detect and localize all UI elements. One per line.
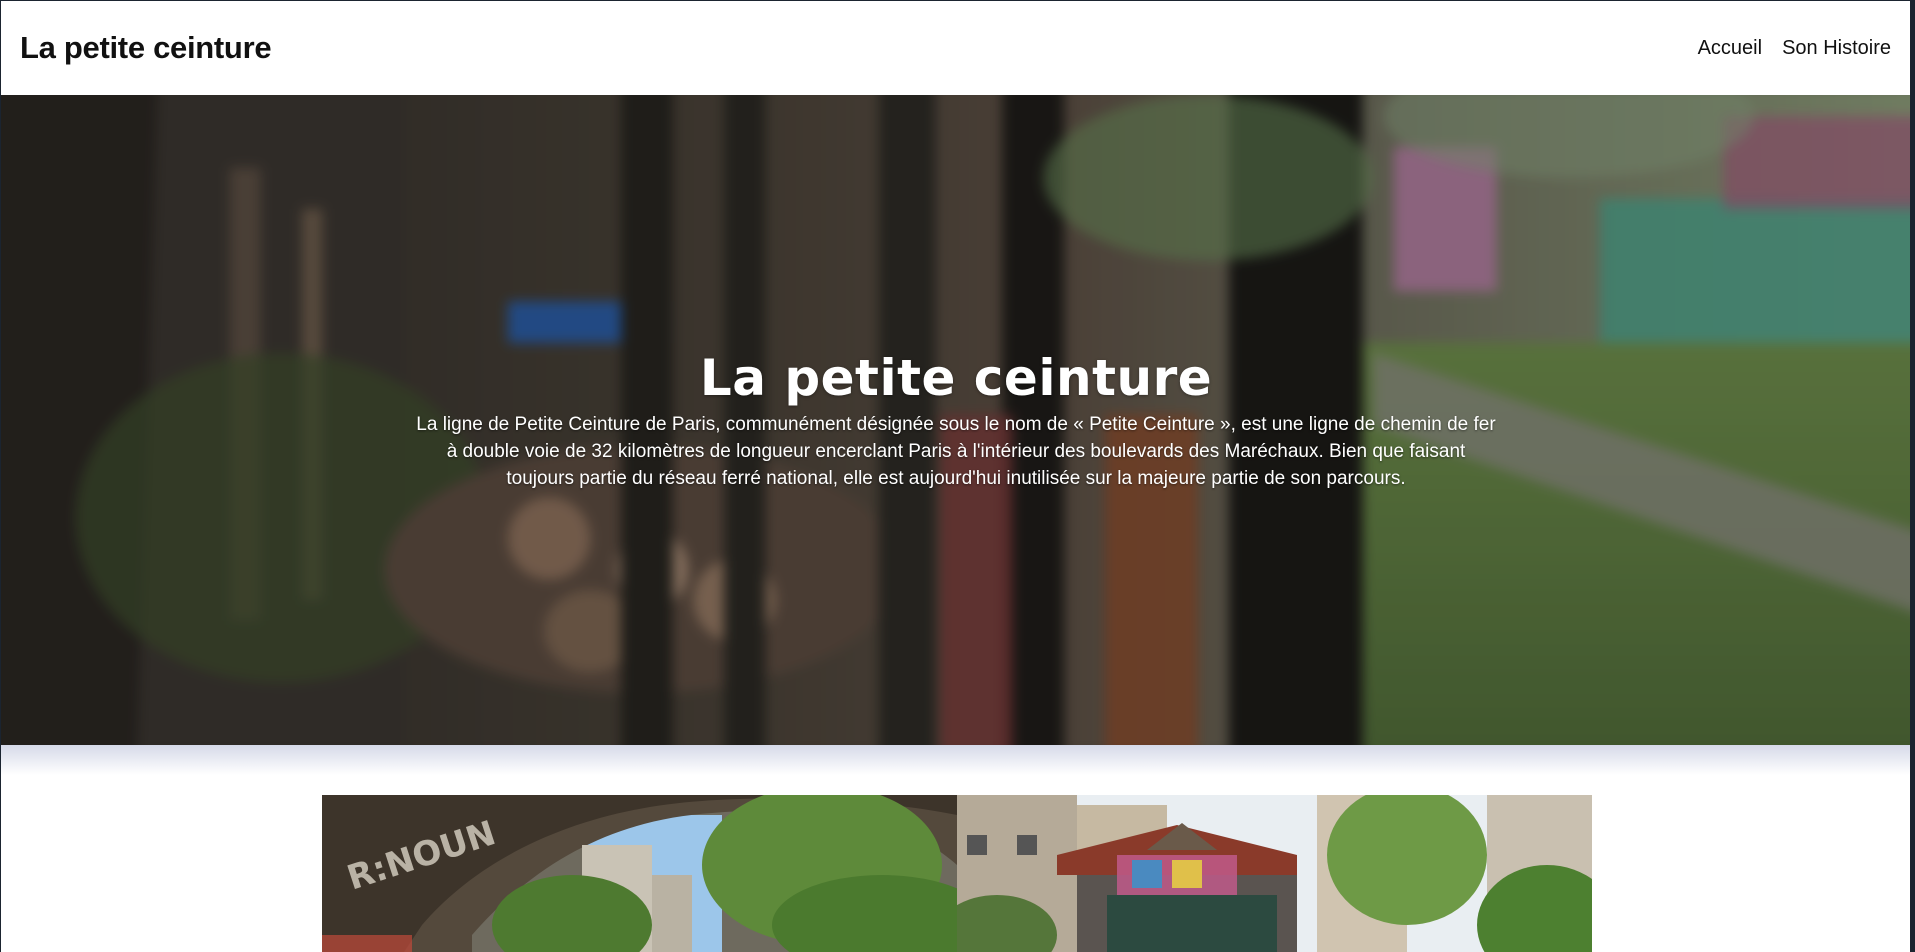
site-brand-link[interactable]: La petite ceinture <box>20 30 272 66</box>
hero-shadow <box>1 745 1911 775</box>
gallery-image-graffiti-station <box>957 795 1592 952</box>
nav-link-accueil[interactable]: Accueil <box>1698 37 1762 60</box>
window-scrollbar[interactable] <box>1910 1 1915 952</box>
hero-title: La petite ceinture <box>699 349 1213 407</box>
hero-section: La petite ceinture La ligne de Petite Ce… <box>1 95 1911 745</box>
hero-content: La petite ceinture La ligne de Petite Ce… <box>1 347 1911 492</box>
nav-link-son-histoire[interactable]: Son Histoire <box>1782 37 1891 60</box>
site-header: La petite ceinture Accueil Son Histoire <box>1 1 1911 95</box>
main-nav: Accueil Son Histoire <box>1698 37 1891 60</box>
gallery-image-arch-bridge: R:NOUN <box>322 795 957 952</box>
photo-gallery: R:NOUN <box>322 795 1592 952</box>
page: La petite ceinture Accueil Son Histoire <box>0 0 1915 952</box>
hero-description: La ligne de Petite Ceinture de Paris, co… <box>416 414 1496 489</box>
